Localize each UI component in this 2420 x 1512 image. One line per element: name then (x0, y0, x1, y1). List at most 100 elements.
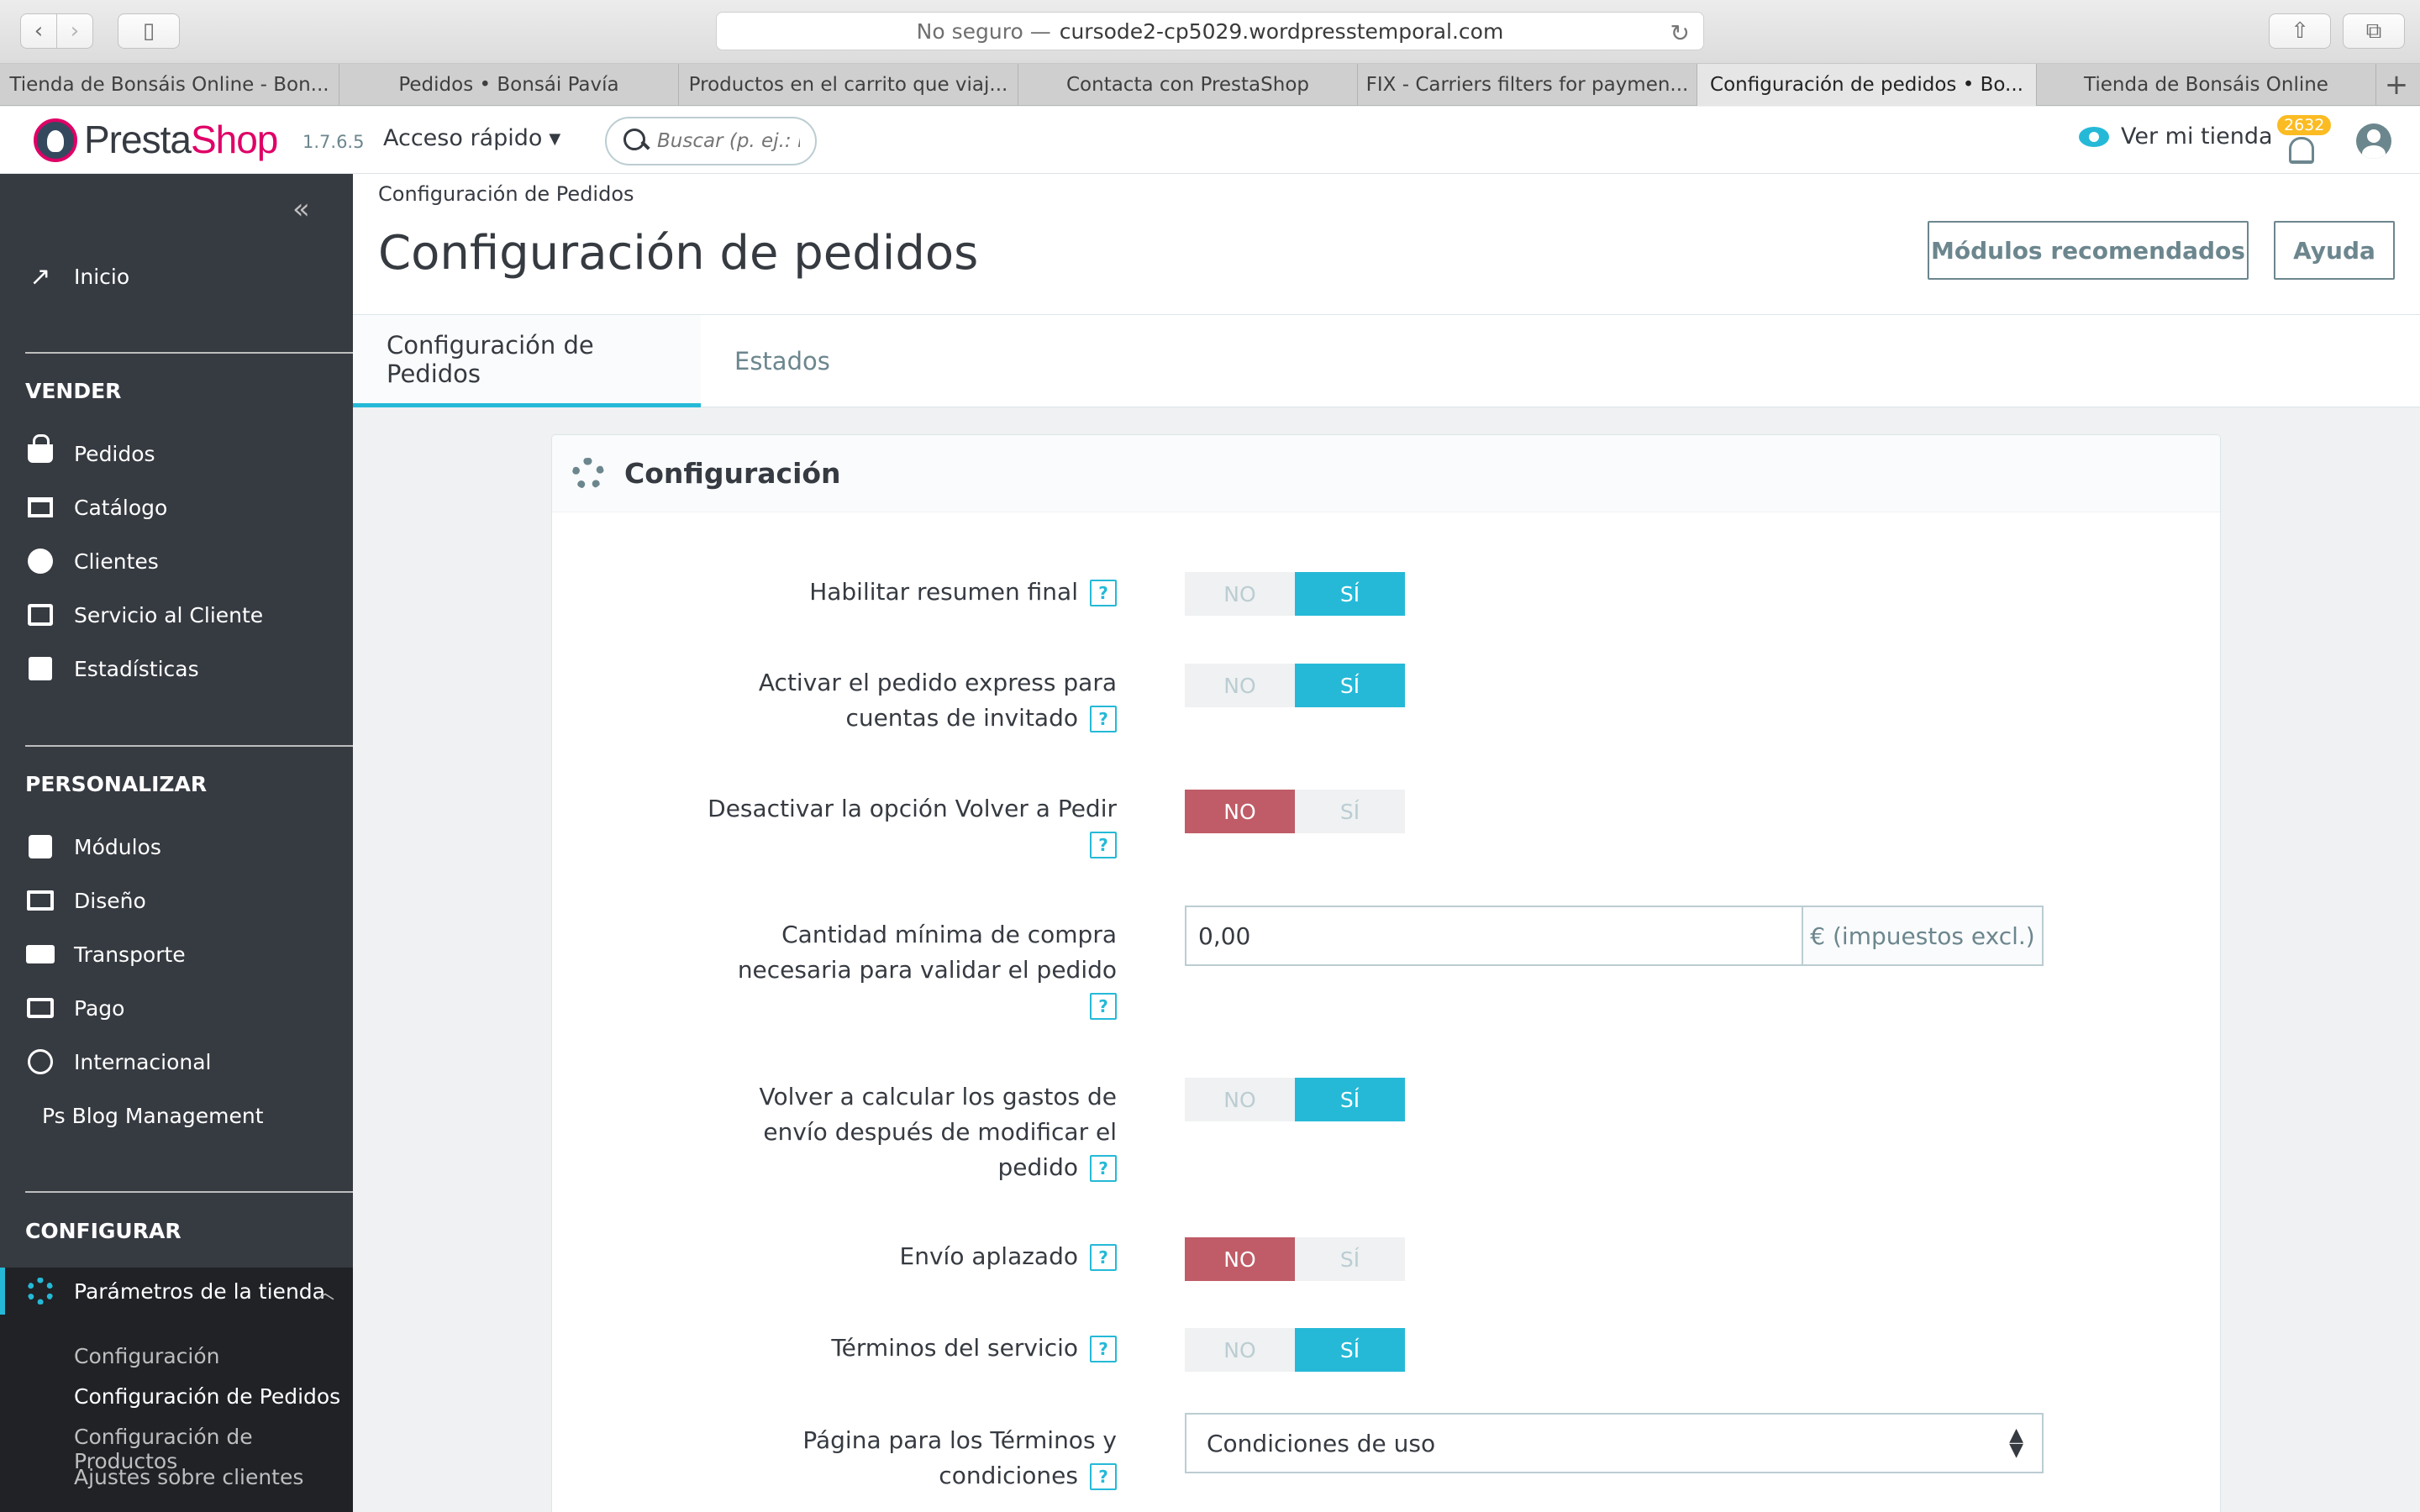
sidebar-item-stats[interactable]: Estadísticas (0, 645, 353, 692)
admin-header: PrestaShop 1.7.6.5 Acceso rápido ▼ Ver mi… (0, 107, 2420, 174)
sidebar-item-home[interactable]: ↗ Inicio (0, 253, 353, 300)
user-avatar-icon[interactable] (2356, 123, 2391, 159)
toggle-yes-option[interactable]: SÍ (1295, 790, 1405, 833)
sidebar-item-orders[interactable]: Pedidos (0, 430, 353, 477)
reload-icon[interactable]: ↻ (1670, 19, 1690, 47)
browser-tab[interactable]: Tienda de Bonsáis Online (2037, 64, 2376, 106)
chevron-up-icon[interactable]: ︿ (316, 1278, 334, 1305)
search-icon[interactable] (622, 127, 650, 155)
field-label-text: Términos del servicio (831, 1334, 1078, 1362)
sidebar-toggle-button[interactable]: ▯ (118, 13, 180, 49)
toggle-no-option[interactable]: NO (1185, 572, 1295, 616)
help-button[interactable]: Ayuda (2274, 221, 2395, 280)
sidebar-divider (25, 1191, 353, 1193)
toggle-yes-option[interactable]: SÍ (1295, 664, 1405, 707)
bell-icon[interactable] (2289, 137, 2314, 164)
sidebar-divider (25, 352, 353, 354)
field-label-text: Activar el pedido express para cuentas d… (758, 669, 1117, 732)
sidebar-item-payment[interactable]: Pago (0, 984, 353, 1032)
select-arrows-icon: ▲ ▼ (2009, 1425, 2023, 1461)
toggle-no-option[interactable]: NO (1185, 1328, 1295, 1372)
browser-tab[interactable]: Pedidos • Bonsái Pavía (339, 64, 679, 106)
toggle-disable-reorder[interactable]: NO SÍ (1185, 790, 1405, 833)
field-label-text: Cantidad mínima de compra necesaria para… (737, 921, 1117, 984)
help-icon[interactable]: ? (1090, 706, 1117, 732)
help-icon[interactable]: ? (1090, 1463, 1117, 1490)
sidebar-item-label: Módulos (74, 834, 161, 859)
view-store-link[interactable]: Ver mi tienda (2079, 123, 2273, 150)
sidebar-item-customer-service[interactable]: Servicio al Cliente (0, 591, 353, 638)
browser-tab[interactable]: Productos en el carrito que viaj... (679, 64, 1018, 106)
prestashop-logo-text[interactable]: PrestaShop (84, 117, 278, 162)
field-label: Habilitar resumen final? (680, 575, 1117, 610)
sidebar-item-customers[interactable]: Clientes (0, 538, 353, 585)
help-icon[interactable]: ? (1090, 1155, 1117, 1182)
help-icon[interactable]: ? (1090, 832, 1117, 858)
panel-title: Configuración (624, 457, 841, 490)
toggle-guest-express-checkout[interactable]: NO SÍ (1185, 664, 1405, 707)
toggle-no-option[interactable]: NO (1185, 664, 1295, 707)
quick-access-dropdown[interactable]: Acceso rápido ▼ (383, 125, 560, 151)
store-icon (25, 492, 55, 522)
logo-presta: Presta (84, 118, 192, 161)
tab-statuses[interactable]: Estados (701, 315, 864, 407)
help-icon[interactable]: ? (1090, 1336, 1117, 1362)
submenu-item-order-settings[interactable]: Configuración de Pedidos (74, 1384, 340, 1409)
collapse-sidebar-icon[interactable]: « (292, 192, 310, 226)
search-box[interactable] (605, 117, 817, 165)
tab-order-settings[interactable]: Configuración de Pedidos (353, 315, 701, 407)
notification-badge[interactable]: 2632 (2277, 115, 2332, 135)
tab-overview-button[interactable]: ⧉ (2343, 13, 2405, 49)
help-icon[interactable]: ? (1090, 580, 1117, 606)
toggle-yes-option[interactable]: SÍ (1295, 1237, 1405, 1281)
browser-tab-active[interactable]: Configuración de pedidos • Bo... (1697, 64, 2037, 106)
insecure-label: No seguro — (916, 18, 1051, 44)
sidebar-item-label: Estadísticas (74, 656, 199, 681)
sidebar-item-catalog[interactable]: Catálogo (0, 484, 353, 531)
field-label-text: Volver a calcular los gastos de envío de… (759, 1083, 1118, 1181)
toggle-terms-of-service[interactable]: NO SÍ (1185, 1328, 1405, 1372)
back-button[interactable]: ‹ (20, 13, 57, 49)
share-button[interactable]: ⇧ (2269, 13, 2331, 49)
truck-icon (25, 939, 55, 969)
sidebar-item-design[interactable]: Diseño (0, 877, 353, 924)
toggle-yes-option[interactable]: SÍ (1295, 1328, 1405, 1372)
browser-tab[interactable]: FIX - Carriers filters for paymen... (1358, 64, 1697, 106)
submenu-item-general[interactable]: Configuración (74, 1344, 220, 1368)
toggle-final-summary[interactable]: NO SÍ (1185, 572, 1405, 616)
breadcrumb[interactable]: Configuración de Pedidos (378, 182, 634, 206)
toggle-no-option[interactable]: NO (1185, 1237, 1295, 1281)
submenu-item-customer-settings[interactable]: Ajustes sobre clientes (74, 1465, 303, 1489)
sidebar-item-modules[interactable]: Módulos (0, 823, 353, 870)
sidebar-item-shop-parameters[interactable]: Parámetros de la tienda ︿ (0, 1268, 353, 1315)
help-icon[interactable]: ? (1090, 1244, 1117, 1271)
help-icon[interactable]: ? (1090, 993, 1117, 1020)
recommended-modules-button[interactable]: Módulos recomendados (1928, 221, 2249, 280)
toggle-yes-option[interactable]: SÍ (1295, 572, 1405, 616)
field-label: Página para los Términos y condiciones? (781, 1423, 1117, 1494)
sidebar-item-shipping[interactable]: Transporte (0, 931, 353, 978)
field-label-text: Habilitar resumen final (809, 578, 1078, 606)
browser-tab[interactable]: Contacta con PrestaShop (1018, 64, 1358, 106)
field-label-text: Desactivar la opción Volver a Pedir (708, 795, 1117, 822)
forward-button[interactable]: › (56, 13, 93, 49)
sidebar-item-international[interactable]: Internacional (0, 1038, 353, 1085)
view-store-label: Ver mi tienda (2121, 123, 2273, 150)
credit-card-icon (25, 993, 55, 1023)
prestashop-logo-icon[interactable] (34, 118, 77, 162)
url-text: cursode2-cp5029.wordpresstemporal.com (1059, 18, 1504, 44)
toggle-delayed-shipping[interactable]: NO SÍ (1185, 1237, 1405, 1281)
toggle-no-option[interactable]: NO (1185, 1078, 1295, 1121)
sidebar-item-blog[interactable]: Ps Blog Management (0, 1092, 353, 1139)
terms-page-select[interactable]: Condiciones de uso ▲ ▼ (1185, 1413, 2044, 1473)
toggle-yes-option[interactable]: SÍ (1295, 1078, 1405, 1121)
search-input[interactable] (657, 130, 800, 152)
address-bar[interactable]: No seguro — cursode2-cp5029.wordpresstem… (716, 12, 1704, 50)
toggle-no-option[interactable]: NO (1185, 790, 1295, 833)
puzzle-icon (25, 832, 55, 862)
minimum-amount-input[interactable] (1186, 907, 1802, 964)
version-label: 1.7.6.5 (302, 132, 365, 152)
browser-tab[interactable]: Tienda de Bonsáis Online - Bon... (0, 64, 339, 106)
new-tab-button[interactable]: + (2376, 64, 2417, 105)
toggle-recalculate-shipping[interactable]: NO SÍ (1185, 1078, 1405, 1121)
